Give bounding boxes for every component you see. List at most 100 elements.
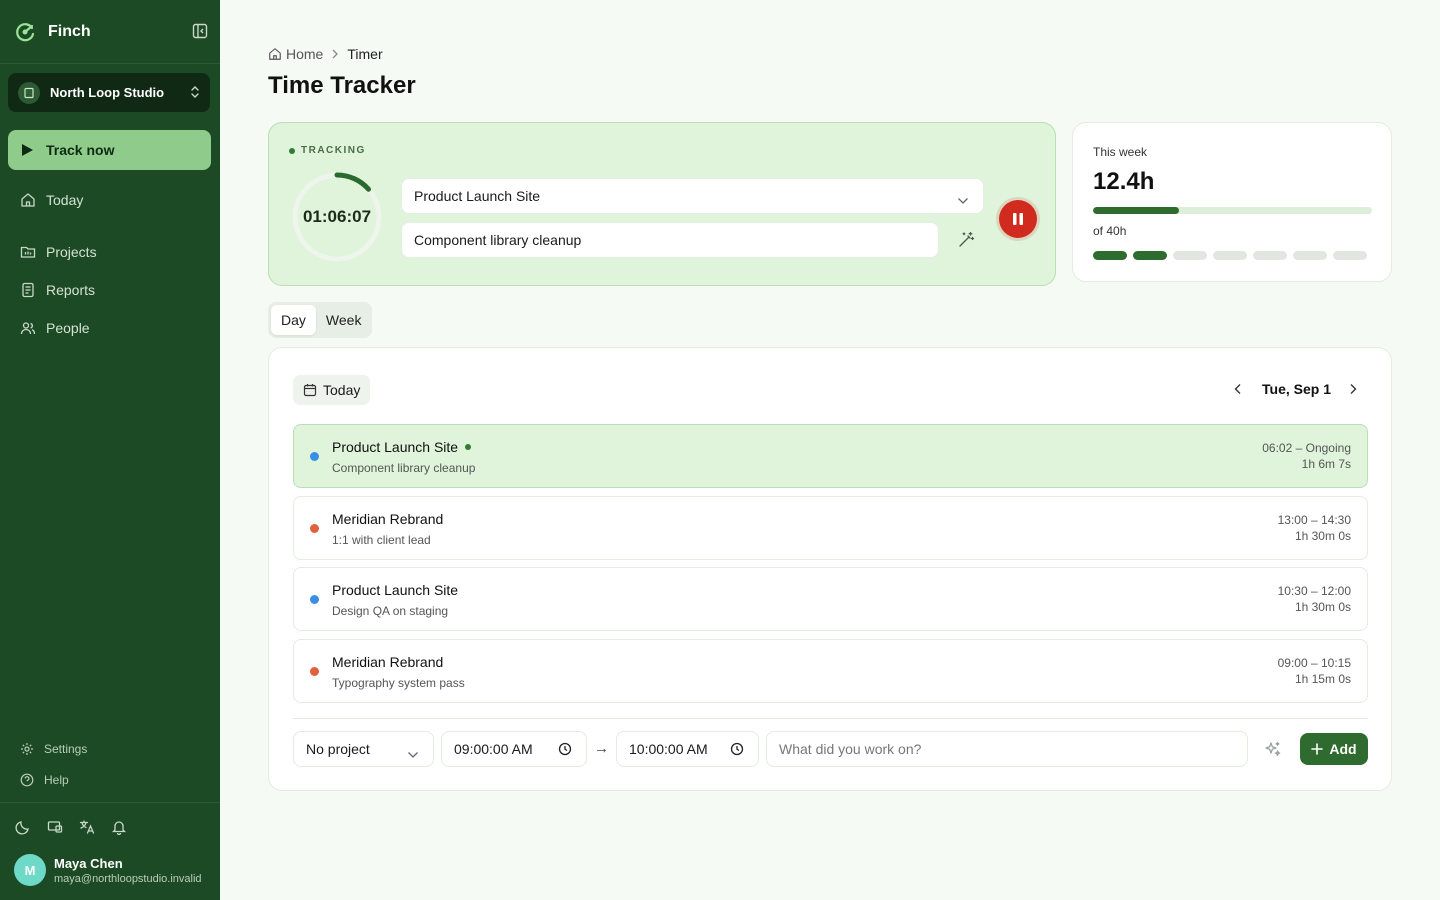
document-icon — [22, 282, 34, 298]
week-progress-fill — [1093, 207, 1180, 214]
entry-description: Typography system pass — [332, 676, 465, 690]
sidebar-collapse-icon[interactable] — [192, 23, 208, 39]
nav-item-projects[interactable]: Projects — [20, 244, 97, 260]
elapsed-time: 01:06:07 — [302, 207, 372, 226]
day-pill — [1293, 251, 1327, 260]
translate-icon[interactable] — [78, 818, 96, 836]
project-select-value: Product Launch Site — [414, 188, 541, 204]
project-select[interactable]: Product Launch Site — [401, 178, 984, 214]
sidebar: Finch North Loop Studio Track now Today … — [0, 0, 220, 900]
pause-icon — [1013, 213, 1023, 225]
display-icon[interactable] — [46, 818, 64, 836]
tracking-status-label: TRACKING — [301, 145, 366, 156]
entry-project: Product Launch Site — [332, 439, 459, 455]
folder-icon — [20, 246, 36, 258]
nav-item-help[interactable]: Help — [20, 773, 69, 787]
track-now-label: Track now — [46, 142, 115, 158]
week-label: This week — [1093, 145, 1148, 159]
nav-item-people[interactable]: People — [20, 320, 90, 336]
entry-duration: 1h 30m 0s — [1294, 529, 1351, 543]
avatar: M — [14, 854, 46, 886]
entry-description: Component library cleanup — [332, 461, 476, 475]
entry-duration: 1h 6m 7s — [1301, 457, 1351, 471]
tab-week[interactable]: Week — [316, 305, 372, 335]
chevron-right-icon — [331, 46, 339, 62]
time-entry-row[interactable]: Meridian Rebrand Typography system pass … — [293, 639, 1368, 703]
live-dot — [289, 147, 295, 154]
day-pill — [1093, 251, 1127, 260]
current-date: Tue, Sep 1 — [1262, 381, 1331, 397]
entry-time-range: 13:00 – 14:30 — [1277, 513, 1351, 527]
manual-project-select[interactable]: No project — [293, 731, 434, 767]
time-entry-row[interactable]: Meridian Rebrand 1:1 with client lead 13… — [293, 496, 1368, 560]
weekly-summary-card: This week 12.4h of 40h — [1072, 122, 1392, 282]
breadcrumb-home[interactable]: Home — [268, 46, 323, 62]
magic-wand-icon[interactable] — [957, 231, 975, 254]
add-entry-button[interactable]: Add — [1300, 733, 1368, 765]
project-color-dot — [310, 667, 319, 676]
moon-icon[interactable] — [14, 818, 32, 836]
sparkle-icon[interactable] — [1264, 740, 1282, 763]
nav-label: Reports — [46, 282, 96, 298]
time-range-arrow: → — [594, 740, 609, 757]
nav-label: Projects — [46, 244, 97, 260]
entry-time-range: 09:00 – 10:15 — [1277, 656, 1351, 670]
clock-icon — [558, 742, 572, 759]
day-pills — [1093, 251, 1367, 260]
day-pill — [1173, 251, 1207, 260]
day-pill — [1213, 251, 1247, 260]
entry-time-range: 06:02 – Ongoing — [1262, 441, 1351, 455]
bell-icon[interactable] — [110, 818, 128, 836]
play-icon — [22, 144, 33, 156]
user-email: maya@northloopstudio.invalid — [54, 872, 202, 885]
day-pill — [1133, 251, 1167, 260]
building-icon — [18, 81, 40, 104]
entry-project: Meridian Rebrand — [332, 511, 444, 527]
users-icon — [20, 322, 36, 335]
nav-label: Today — [46, 192, 84, 208]
chevron-down-icon — [957, 192, 969, 208]
start-time-input[interactable]: 09:00:00 AM — [441, 731, 587, 767]
nav-item-settings[interactable]: Settings — [20, 742, 87, 756]
nav-item-reports[interactable]: Reports — [20, 282, 95, 298]
entry-time-range: 10:30 – 12:00 — [1277, 584, 1351, 598]
clock-icon — [730, 742, 744, 759]
manual-description-placeholder: What did you work on? — [779, 741, 922, 757]
user-profile[interactable]: M Maya Chen maya@northloopstudio.invalid — [14, 854, 202, 886]
chevron-left-icon[interactable] — [1230, 381, 1246, 397]
nav-label: Help — [44, 773, 69, 787]
project-color-dot — [310, 595, 319, 604]
add-entry-label: Add — [1329, 741, 1357, 757]
track-now-button[interactable]: Track now — [8, 130, 211, 170]
finch-logo-icon — [14, 21, 36, 43]
tab-day[interactable]: Day — [271, 305, 316, 335]
entries-divider — [293, 718, 1368, 719]
week-progress-bar — [1093, 207, 1372, 214]
entry-duration: 1h 15m 0s — [1294, 672, 1351, 686]
sidebar-tools — [14, 818, 128, 836]
breadcrumb-home-label: Home — [286, 46, 324, 62]
live-dot — [465, 444, 472, 450]
sidebar-divider — [0, 802, 220, 803]
project-color-dot — [310, 524, 319, 533]
end-time-input[interactable]: 10:00:00 AM — [616, 731, 759, 767]
home-icon — [269, 48, 281, 60]
description-input[interactable]: Component library cleanup — [401, 222, 939, 258]
nav-item-today[interactable]: Today — [20, 192, 83, 208]
time-entry-row[interactable]: Product Launch Site Design QA on staging… — [293, 567, 1368, 631]
manual-description-input[interactable]: What did you work on? — [766, 731, 1248, 767]
workspace-name: North Loop Studio — [50, 85, 165, 100]
today-button[interactable]: Today — [293, 375, 371, 405]
project-color-dot — [310, 452, 319, 461]
pause-button[interactable] — [999, 200, 1037, 238]
chevron-down-icon — [407, 746, 419, 762]
workspace-switcher[interactable]: North Loop Studio — [8, 73, 210, 112]
help-icon — [20, 773, 34, 787]
description-value: Component library cleanup — [414, 232, 582, 248]
chevron-right-icon[interactable] — [1345, 381, 1361, 397]
today-label: Today — [323, 382, 361, 398]
home-icon — [21, 193, 35, 207]
tracking-status: TRACKING — [289, 145, 366, 156]
gear-icon — [21, 743, 33, 755]
time-entry-row[interactable]: Product Launch Site Component library cl… — [293, 424, 1368, 488]
